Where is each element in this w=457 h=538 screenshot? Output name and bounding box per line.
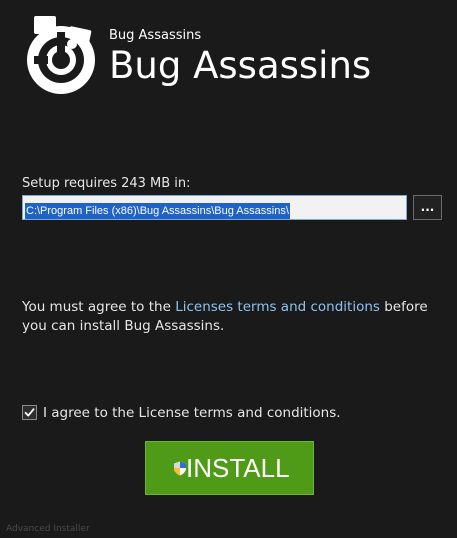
brand-small-title: Bug Assassins (109, 28, 202, 43)
license-notice: You must agree to the Licenses terms and… (22, 298, 437, 336)
agree-label[interactable]: I agree to the License terms and conditi… (43, 404, 341, 422)
brand-title: Bug Assassins (109, 44, 372, 87)
puzzle-piece-icon (27, 16, 95, 94)
footer-brand: Advanced Installer (6, 524, 90, 534)
install-label: INSTALL (186, 453, 290, 483)
install-button[interactable]: INSTALL (145, 441, 314, 495)
browse-button[interactable]: ... (413, 195, 442, 220)
setup-size-label: Setup requires 243 MB in: (22, 176, 191, 191)
license-notice-prefix: You must agree to the (22, 299, 176, 315)
header: Bug Assassins Bug Assassins (20, 14, 440, 100)
install-path-field[interactable]: C:\Program Files (x86)\Bug Assassins\Bug… (22, 195, 407, 220)
license-terms-link[interactable]: Licenses terms and conditions (175, 299, 380, 315)
agree-row[interactable]: I agree to the License terms and conditi… (22, 404, 342, 422)
install-path-value[interactable]: C:\Program Files (x86)\Bug Assassins\Bug… (25, 203, 290, 219)
shield-icon (174, 461, 186, 476)
agree-checkbox[interactable] (22, 405, 37, 420)
check-icon (24, 408, 35, 417)
